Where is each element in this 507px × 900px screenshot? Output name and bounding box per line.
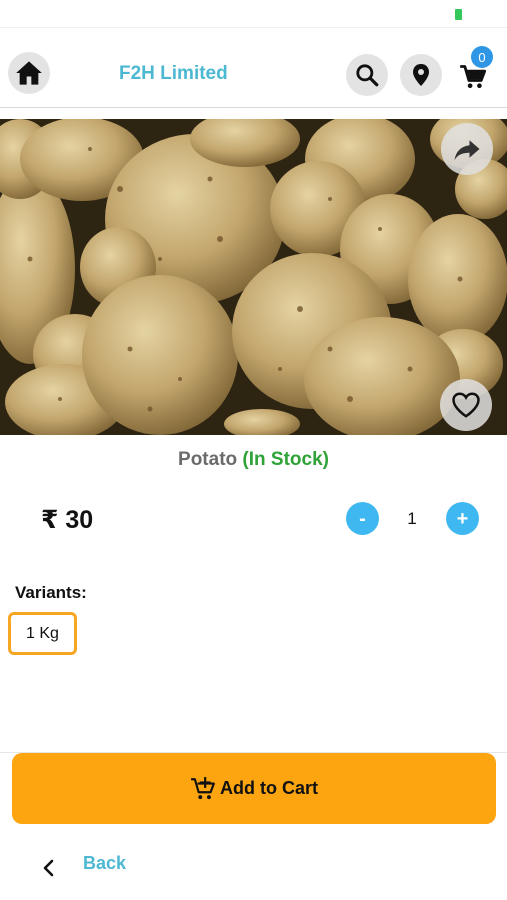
back-link[interactable]: Back bbox=[83, 853, 126, 874]
chevron-left-icon bbox=[43, 859, 54, 877]
stock-status: (In Stock) bbox=[242, 449, 329, 470]
location-pin-icon bbox=[413, 64, 429, 86]
status-bar bbox=[0, 0, 507, 28]
search-button[interactable] bbox=[346, 54, 388, 96]
add-to-cart-label: Add to Cart bbox=[220, 778, 318, 798]
share-button[interactable] bbox=[441, 123, 493, 175]
potato-photo bbox=[0, 119, 507, 435]
add-to-cart-icon bbox=[191, 776, 215, 799]
increase-quantity-button[interactable]: + bbox=[446, 502, 479, 535]
location-button[interactable] bbox=[400, 54, 442, 96]
back-button[interactable] bbox=[38, 856, 58, 880]
cart-count-badge: 0 bbox=[471, 46, 493, 68]
app-header: F2H Limited 0 bbox=[0, 28, 507, 108]
home-icon bbox=[16, 61, 42, 85]
quantity-value: 1 bbox=[407, 509, 417, 528]
add-to-cart-button[interactable]: Add to Cart bbox=[12, 753, 496, 824]
battery-icon bbox=[455, 9, 462, 20]
product-title: Potato (In Stock) bbox=[0, 449, 507, 471]
decrease-quantity-button[interactable]: - bbox=[346, 502, 379, 535]
variants-label: Variants: bbox=[15, 583, 87, 602]
home-button[interactable] bbox=[8, 52, 50, 94]
heart-icon bbox=[452, 392, 480, 418]
share-icon bbox=[454, 140, 480, 161]
product-image bbox=[0, 119, 507, 435]
search-icon bbox=[356, 64, 379, 87]
brand-title: F2H Limited bbox=[119, 63, 228, 84]
product-name: Potato bbox=[178, 449, 238, 470]
variant-option-1kg[interactable]: 1 Kg bbox=[8, 612, 77, 655]
wishlist-button[interactable] bbox=[440, 379, 492, 431]
product-price: ₹ 30 bbox=[41, 506, 94, 534]
